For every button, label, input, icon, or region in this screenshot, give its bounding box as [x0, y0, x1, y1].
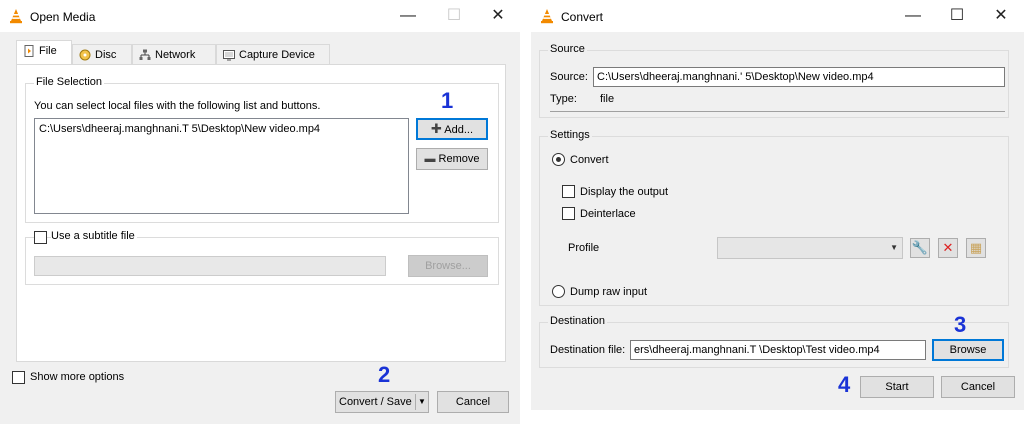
step-3-annotation: 3: [954, 312, 967, 337]
minus-icon: ▬: [424, 153, 436, 165]
destination-browse-button[interactable]: Browse: [932, 339, 1004, 361]
chevron-down-icon: ▼: [890, 243, 898, 252]
destination-group: Destination Destination file: ers\dheera…: [539, 315, 1009, 368]
plus-icon: ✚: [430, 121, 442, 136]
add-button[interactable]: ✚ Add...: [416, 118, 488, 140]
convert-cancel-button[interactable]: Cancel: [941, 376, 1015, 398]
file-selection-group: File Selection You can select local file…: [25, 76, 499, 223]
start-button[interactable]: Start: [860, 376, 934, 398]
vlc-cone-icon: [541, 9, 553, 24]
step-2-annotation: 2: [378, 362, 391, 387]
type-label: Type:: [550, 93, 577, 105]
capture-device-icon: [223, 50, 235, 61]
file-selection-hint: You can select local files with the foll…: [34, 100, 321, 112]
tab-capture-device[interactable]: Capture Device: [216, 44, 330, 66]
minimize-button[interactable]: —: [903, 6, 923, 26]
tab-disc[interactable]: Disc: [72, 44, 132, 66]
display-output-checkbox[interactable]: [562, 185, 575, 198]
disc-icon: [79, 49, 91, 61]
open-media-titlebar: Open Media — ☐ ✕: [0, 0, 520, 32]
maximize-button[interactable]: ☐: [947, 6, 967, 26]
open-media-window: Open Media — ☐ ✕ File Disc Network Captu…: [0, 0, 520, 424]
profile-select[interactable]: ▼: [717, 237, 903, 259]
destination-file-field[interactable]: ers\dheeraj.manghnani.T \Desktop\Test vi…: [630, 340, 926, 360]
convert-title: Convert: [561, 10, 604, 24]
network-icon: [139, 49, 151, 60]
file-icon: [24, 45, 34, 57]
subtitle-browse-button[interactable]: Browse...: [408, 255, 488, 277]
maximize-button[interactable]: ☐: [444, 6, 464, 26]
tab-page-file: File Selection You can select local file…: [16, 64, 506, 362]
delete-profile-button[interactable]: ✕: [938, 238, 958, 258]
chevron-down-icon[interactable]: ▼: [418, 392, 426, 412]
wrench-icon: 🔧: [911, 240, 929, 255]
edit-profile-button[interactable]: 🔧: [910, 238, 930, 258]
convert-window: Convert — ☐ ✕ Source Source: C:\Users\dh…: [531, 0, 1024, 410]
source-field[interactable]: C:\Users\dheeraj.manghnani.' 5\Desktop\N…: [593, 67, 1005, 87]
step-4-annotation: 4: [838, 372, 851, 397]
deinterlace-checkbox[interactable]: [562, 207, 575, 220]
destination-group-title: Destination: [548, 315, 608, 327]
list-item[interactable]: C:\Users\dheeraj.manghnani.T 5\Desktop\N…: [39, 123, 320, 135]
vlc-cone-icon: [10, 9, 22, 24]
source-group-title: Source: [548, 43, 587, 55]
dump-raw-radio[interactable]: [552, 285, 565, 298]
new-profile-button[interactable]: ▦: [966, 238, 986, 258]
file-selection-title: File Selection: [34, 76, 105, 88]
subtitle-file-field[interactable]: [34, 256, 386, 276]
convert-radio[interactable]: [552, 153, 565, 166]
delete-icon: ✕: [942, 240, 954, 255]
settings-group: Settings Convert Display the output Dein…: [539, 129, 1009, 306]
profile-label: Profile: [568, 242, 600, 254]
destination-file-label: Destination file:: [550, 344, 626, 356]
subtitle-checkbox-label[interactable]: Use a subtitle file: [51, 230, 137, 242]
file-list[interactable]: C:\Users\dheeraj.manghnani.T 5\Desktop\N…: [34, 118, 409, 214]
tab-network[interactable]: Network: [132, 44, 216, 66]
source-divider: [550, 111, 1005, 112]
close-button[interactable]: ✕: [488, 6, 508, 26]
tab-file[interactable]: File: [16, 40, 72, 64]
show-more-options-label[interactable]: Show more options: [30, 371, 124, 383]
type-value: file: [600, 93, 615, 105]
deinterlace-label[interactable]: Deinterlace: [580, 208, 636, 220]
subtitle-group: Use a subtitle file Browse...: [25, 230, 499, 285]
show-more-options-checkbox[interactable]: [12, 371, 25, 384]
new-profile-icon: ▦: [969, 240, 983, 255]
open-media-cancel-button[interactable]: Cancel: [437, 391, 509, 413]
subtitle-checkbox[interactable]: [34, 231, 47, 244]
convert-titlebar: Convert — ☐ ✕: [531, 0, 1024, 32]
settings-group-title: Settings: [548, 129, 592, 141]
open-media-title: Open Media: [30, 10, 96, 24]
remove-button[interactable]: ▬ Remove: [416, 148, 488, 170]
minimize-button[interactable]: —: [398, 6, 418, 26]
source-group: Source Source: C:\Users\dheeraj.manghnan…: [539, 43, 1009, 118]
dump-raw-label[interactable]: Dump raw input: [570, 286, 647, 298]
display-output-label[interactable]: Display the output: [580, 186, 668, 198]
convert-radio-label[interactable]: Convert: [570, 154, 609, 166]
source-label: Source:: [550, 71, 588, 83]
close-button[interactable]: ✕: [991, 6, 1011, 26]
step-1-annotation: 1: [441, 88, 454, 113]
convert-save-button[interactable]: Convert / Save ▼: [335, 391, 429, 413]
